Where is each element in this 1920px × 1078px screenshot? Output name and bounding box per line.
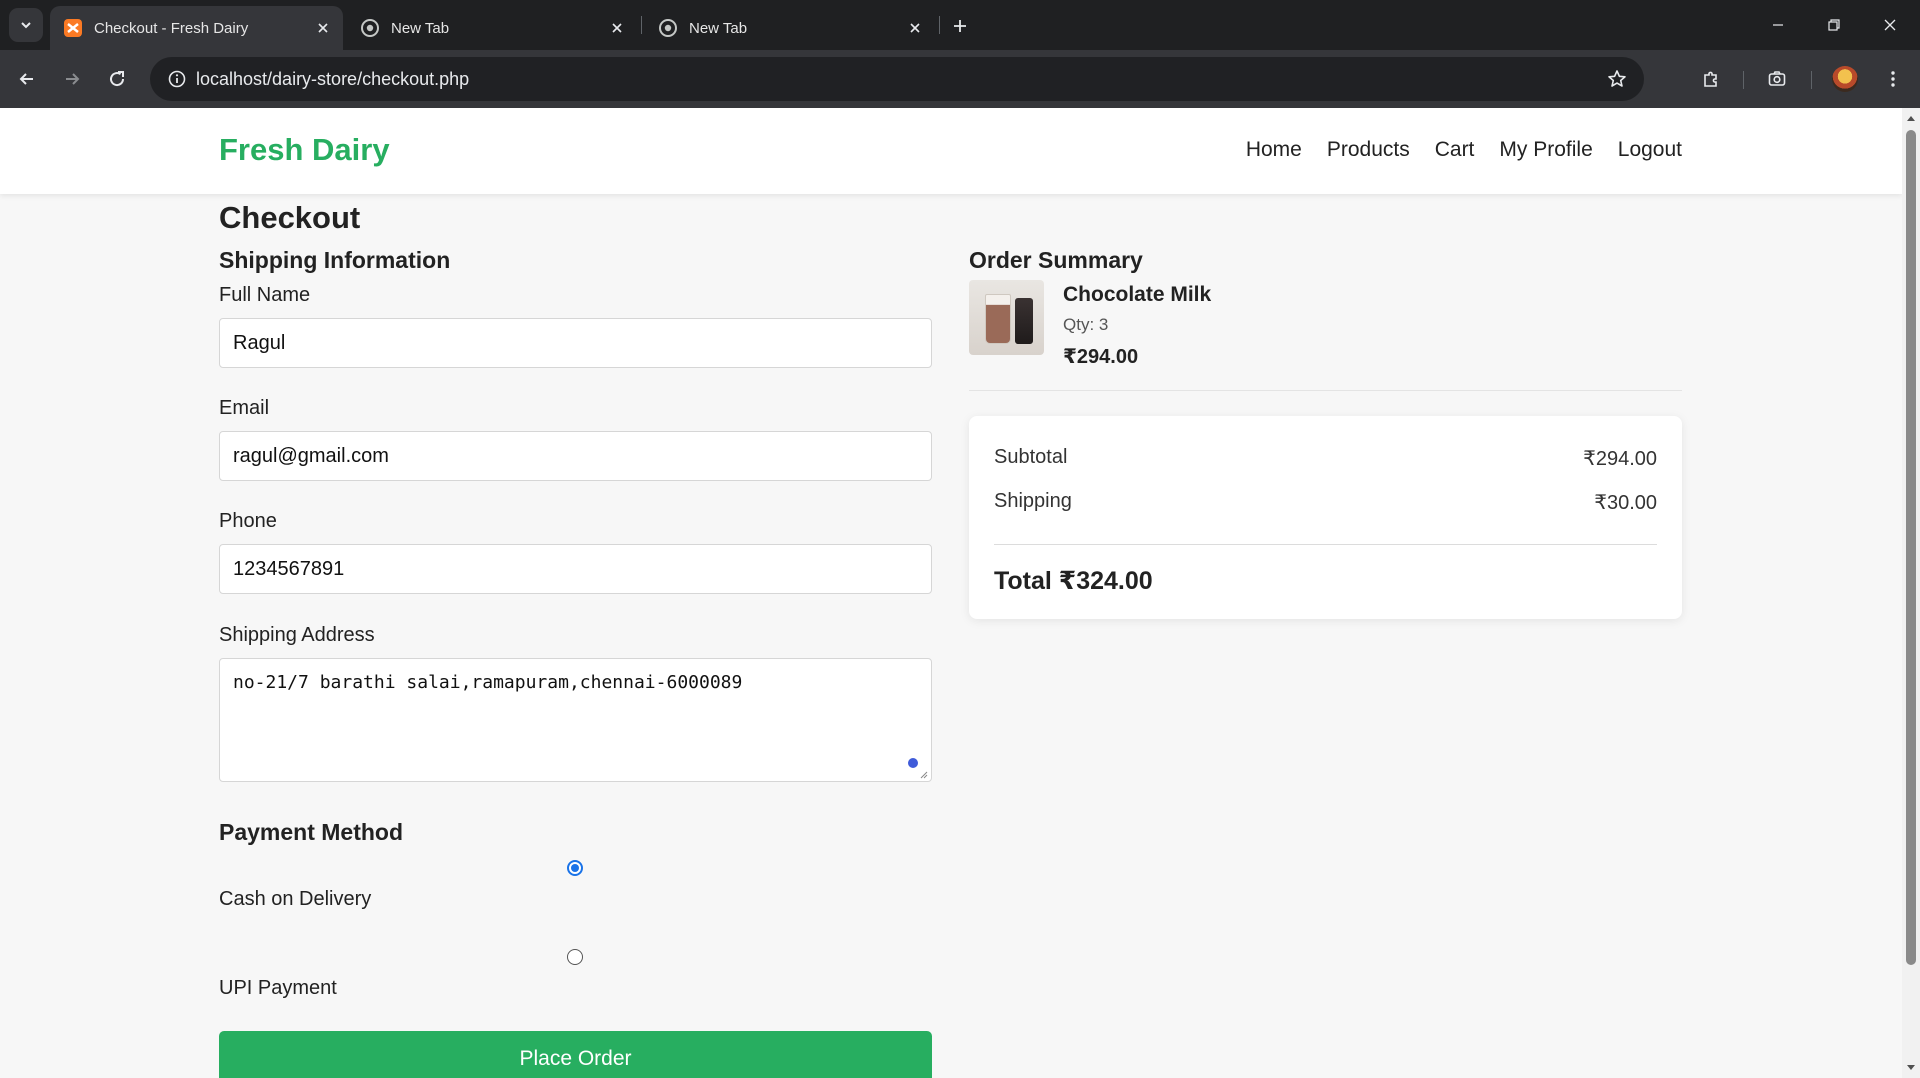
scroll-down-arrow-icon[interactable] (1906, 1063, 1916, 1073)
url-text: localhost/dairy-store/checkout.php (196, 69, 470, 89)
tab-title: New Tab (689, 19, 748, 37)
extensions-button[interactable] (1693, 61, 1729, 97)
shipping-cost-value: ₹30.00 (1594, 492, 1657, 514)
shipping-cost-label: Shipping (994, 490, 1072, 512)
new-tab-button[interactable] (945, 11, 975, 41)
subtotal-row: Subtotal ₹294.00 (994, 446, 1657, 471)
totals-divider (994, 544, 1657, 545)
puzzle-icon (1704, 71, 1717, 87)
address-bar[interactable]: localhost/dairy-store/checkout.php (150, 57, 1644, 101)
reload-button[interactable] (99, 61, 135, 97)
tab-separator (641, 16, 642, 34)
back-button[interactable] (9, 61, 45, 97)
camera-icon (1768, 71, 1786, 86)
nav-my-profile[interactable]: My Profile (1499, 138, 1592, 162)
upi-radio[interactable] (567, 949, 583, 965)
item-name: Chocolate Milk (1063, 283, 1212, 306)
toolbar-divider (1743, 71, 1744, 89)
phone-input[interactable] (219, 544, 932, 594)
chevron-down-icon (21, 22, 31, 29)
nav-home[interactable]: Home (1246, 138, 1302, 162)
phone-label: Phone (219, 510, 277, 532)
tab-separator (939, 16, 940, 34)
place-order-button[interactable]: Place Order (219, 1031, 932, 1078)
browser-toolbar: localhost/dairy-store/checkout.php (0, 50, 1920, 108)
grand-total: Total ₹324.00 (994, 567, 1153, 595)
address-label: Shipping Address (219, 624, 375, 646)
cod-radio[interactable] (567, 860, 583, 876)
page-scrollbar[interactable] (1902, 108, 1920, 1078)
reload-icon (110, 71, 125, 87)
address-textarea[interactable]: no-21/7 barathi salai,ramapuram,chennai-… (219, 658, 932, 782)
subtotal-label: Subtotal (994, 446, 1068, 468)
browser-tab[interactable]: New Tab (347, 6, 637, 50)
chrome-icon (658, 18, 678, 38)
scrollbar-thumb[interactable] (1906, 130, 1916, 965)
restore-button[interactable] (1806, 0, 1862, 50)
grammar-check-icon[interactable] (908, 758, 918, 768)
milk-bottle-image (1015, 298, 1033, 344)
tab-title: New Tab (391, 19, 450, 37)
product-thumbnail (969, 280, 1044, 355)
minimize-button[interactable] (1750, 0, 1806, 50)
plus-icon (954, 20, 966, 32)
tab-title: Checkout - Fresh Dairy (94, 19, 249, 37)
forward-button[interactable] (54, 61, 90, 97)
close-tab-icon[interactable] (903, 16, 927, 40)
screenshot-button[interactable] (1759, 61, 1795, 97)
shipping-heading: Shipping Information (219, 247, 451, 273)
browser-tab-active[interactable]: Checkout - Fresh Dairy (50, 6, 343, 50)
close-tab-icon[interactable] (605, 16, 629, 40)
upi-label[interactable]: UPI Payment (219, 977, 337, 1000)
restore-icon (1828, 19, 1840, 31)
item-qty: Qty: 3 (1063, 315, 1109, 334)
order-summary-heading: Order Summary (969, 247, 1143, 273)
xampp-icon (63, 18, 83, 38)
item-price: ₹294.00 (1063, 346, 1139, 368)
browser-tab[interactable]: New Tab (645, 6, 935, 50)
page-title: Checkout (219, 200, 361, 235)
close-icon (1884, 19, 1896, 31)
page-viewport: Fresh Dairy Home Products Cart My Profil… (0, 108, 1902, 1078)
kebab-menu-icon (1891, 71, 1895, 87)
minimize-icon (1773, 24, 1783, 26)
totals-card: Subtotal ₹294.00 Shipping ₹30.00 Total ₹… (969, 416, 1682, 619)
profile-avatar[interactable] (1832, 66, 1858, 92)
arrow-right-icon (66, 73, 80, 85)
full-name-label: Full Name (219, 284, 311, 306)
full-name-input[interactable] (219, 318, 932, 368)
summary-divider (969, 390, 1682, 391)
nav-cart[interactable]: Cart (1435, 138, 1475, 162)
tab-search-button[interactable] (9, 8, 43, 42)
brand-logo[interactable]: Fresh Dairy (219, 132, 390, 168)
close-window-button[interactable] (1862, 0, 1918, 50)
site-info-icon[interactable] (160, 62, 194, 96)
resize-grip-icon[interactable] (918, 769, 928, 779)
bookmark-star-icon[interactable] (1600, 62, 1634, 96)
close-tab-icon[interactable] (311, 16, 335, 40)
nav-products[interactable]: Products (1327, 138, 1410, 162)
browser-menu-button[interactable] (1875, 61, 1911, 97)
site-header: Fresh Dairy Home Products Cart My Profil… (0, 108, 1902, 194)
nav-logout[interactable]: Logout (1618, 138, 1682, 162)
cod-label[interactable]: Cash on Delivery (219, 888, 371, 911)
chrome-icon (360, 18, 380, 38)
milk-glass-image (985, 294, 1011, 344)
arrow-left-icon (19, 73, 33, 85)
main-nav: Home Products Cart My Profile Logout (1246, 138, 1682, 162)
payment-heading: Payment Method (219, 819, 404, 845)
subtotal-value: ₹294.00 (1583, 448, 1657, 470)
browser-tab-strip: Checkout - Fresh Dairy New Tab New Tab (0, 0, 1920, 50)
toolbar-divider (1811, 71, 1812, 89)
email-input[interactable] (219, 431, 932, 481)
email-label: Email (219, 397, 270, 419)
shipping-row: Shipping ₹30.00 (994, 490, 1657, 515)
scroll-up-arrow-icon[interactable] (1906, 113, 1916, 123)
